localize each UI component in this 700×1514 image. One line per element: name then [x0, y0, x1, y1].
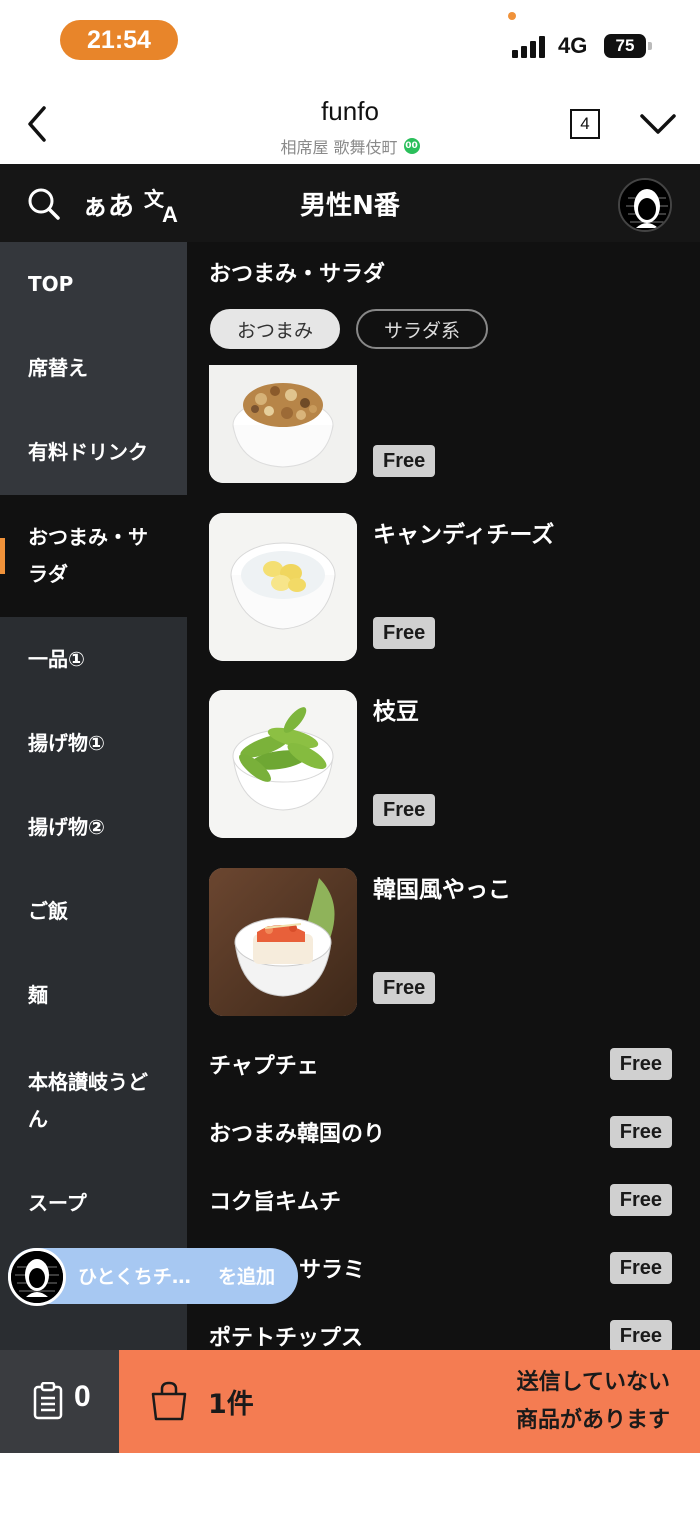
price-badge: Free: [373, 617, 436, 649]
network-type: 4G: [558, 33, 588, 58]
menu-item-card[interactable]: Free: [209, 365, 679, 515]
app-toolbar: ぁあ 文 A 男性N番: [0, 164, 700, 242]
unsent-line-1: 送信していない: [516, 1370, 670, 1395]
sidebar-item-label: 本格讃岐うどん: [28, 1070, 148, 1131]
menu-item-name: 韓国風やっこ: [373, 877, 511, 903]
sidebar-item-label: 有料ドリンク: [28, 440, 148, 464]
tab-count-button[interactable]: 4: [570, 109, 600, 139]
chip-item-text: ひとくちチ…: [78, 1266, 191, 1288]
battery-tip: [648, 42, 652, 50]
sidebar-item-fried-1[interactable]: 揚げ物①: [0, 701, 187, 785]
avatar-icon: [11, 1251, 63, 1303]
menu-item-name: キャンディチーズ: [373, 522, 555, 548]
sidebar-item-label: 揚げ物①: [28, 730, 105, 755]
menu-item-card[interactable]: 枝豆 Free: [209, 690, 679, 840]
svg-text:A: A: [162, 202, 178, 224]
sidebar-item-label: おつまみ・サラダ: [28, 525, 148, 586]
sidebar-item-snacks-salad[interactable]: おつまみ・サラダ: [0, 495, 187, 617]
sidebar-item-noodles[interactable]: 麺: [0, 953, 187, 1037]
verified-badge-icon: 00: [403, 138, 420, 154]
price-badge: Free: [609, 1116, 672, 1148]
price-badge: Free: [609, 1048, 672, 1080]
price-badge: Free: [373, 445, 436, 477]
candy-cheese-bowl-image: [209, 513, 357, 661]
menu-list-row[interactable]: ポテトチップス Free: [209, 1312, 672, 1350]
cart-count: 1件: [208, 1389, 254, 1420]
nuts-bowl-image: [209, 365, 357, 483]
menu-list-row[interactable]: おつまみ韓国のり Free: [209, 1108, 672, 1158]
unsent-line-2: 商品があります: [515, 1408, 670, 1433]
menu-item-name: 枝豆: [373, 699, 419, 725]
menu-item-name: サラミ: [299, 1258, 366, 1283]
price-badge: Free: [373, 972, 436, 1004]
menu-item-name: コク旨キムチ: [209, 1190, 342, 1215]
collapse-button[interactable]: [636, 108, 680, 140]
recording-dot-icon: [508, 12, 516, 20]
sidebar-item-udon[interactable]: 本格讃岐うどん: [0, 1037, 187, 1165]
category-sidebar: TOP 席替え 有料ドリンク おつまみ・サラダ 一品① 揚げ物① 揚げ物② ご飯…: [0, 242, 187, 1350]
sidebar-item-label: 揚げ物②: [28, 814, 105, 839]
status-bar: 21:54 4G 75: [0, 0, 700, 88]
sidebar-item-label: 一品①: [28, 646, 85, 671]
sidebar-item-label: スープ: [28, 1190, 87, 1215]
price-badge: Free: [373, 794, 436, 826]
search-button[interactable]: [26, 184, 66, 224]
order-count: 0: [74, 1380, 91, 1413]
chip-avatar: [8, 1248, 66, 1306]
sidebar-item-label: 麺: [28, 982, 48, 1007]
menu-item-card[interactable]: 韓国風やっこ Free: [209, 868, 679, 1018]
shopping-bag-icon: [148, 1380, 190, 1422]
unsent-notice: 送信していない 商品があります: [470, 1364, 670, 1440]
menu-item-name: チャプチェ: [209, 1054, 319, 1079]
site-subtitle: 相席屋 歌舞伎町: [280, 138, 398, 157]
battery-icon: 75: [604, 34, 646, 58]
sidebar-item-rice[interactable]: ご飯: [0, 869, 187, 953]
menu-list-row[interactable]: チャプチェ Free: [209, 1040, 672, 1090]
chip-add-text[interactable]: を追加: [218, 1262, 275, 1289]
chevron-down-icon: [640, 114, 676, 134]
category-title: おつまみ・サラダ: [209, 262, 386, 287]
sidebar-item-dish-1[interactable]: 一品①: [0, 617, 187, 701]
browser-header: funfo 相席屋 歌舞伎町 00 4: [0, 88, 700, 164]
app-root: 21:54 4G 75 funfo 相席屋 歌舞伎町 00 4 ぁあ 文 A 男…: [0, 0, 700, 1514]
sidebar-item-seat-change[interactable]: 席替え: [0, 326, 187, 410]
search-icon: [28, 188, 60, 220]
shop-title: 男性N番: [300, 190, 400, 221]
home-indicator-area: [0, 1453, 700, 1514]
menu-list-row[interactable]: コク旨キムチ Free: [209, 1176, 672, 1226]
back-button[interactable]: [20, 102, 56, 146]
menu-list: おつまみ・サラダ おつまみ サラダ系 Free キャンディチーズ Free 枝豆…: [187, 242, 700, 1350]
sidebar-item-label: ご飯: [28, 898, 68, 923]
price-badge: Free: [609, 1252, 672, 1284]
price-badge: Free: [609, 1320, 672, 1350]
user-avatar[interactable]: [618, 178, 672, 232]
sidebar-item-fried-2[interactable]: 揚げ物②: [0, 785, 187, 869]
korean-tofu-bowl-image: [209, 868, 357, 1016]
chip-snacks[interactable]: おつまみ: [210, 309, 340, 349]
chevron-left-icon: [28, 106, 46, 142]
translate-icon: 文 A: [144, 187, 178, 224]
menu-item-card[interactable]: キャンディチーズ Free: [209, 513, 679, 663]
chip-salad[interactable]: サラダ系: [356, 309, 488, 349]
price-badge: Free: [609, 1184, 672, 1216]
hiragana-toggle-button[interactable]: ぁあ: [82, 184, 134, 224]
sidebar-item-paid-drinks[interactable]: 有料ドリンク: [0, 410, 187, 495]
menu-item-name: おつまみ韓国のり: [209, 1122, 386, 1147]
sidebar-item-label: 席替え: [28, 355, 88, 380]
edamame-bowl-image: [209, 690, 357, 838]
menu-item-name: ポテトチップス: [209, 1326, 364, 1350]
sidebar-item-soup[interactable]: スープ: [0, 1165, 187, 1241]
clipboard-icon: [32, 1381, 64, 1420]
signal-icon: [512, 34, 550, 58]
sidebar-item-top[interactable]: TOP: [0, 242, 187, 326]
status-time: 21:54: [60, 20, 178, 60]
sidebar-item-label: TOP: [28, 271, 74, 296]
translate-button[interactable]: 文 A: [144, 184, 186, 224]
